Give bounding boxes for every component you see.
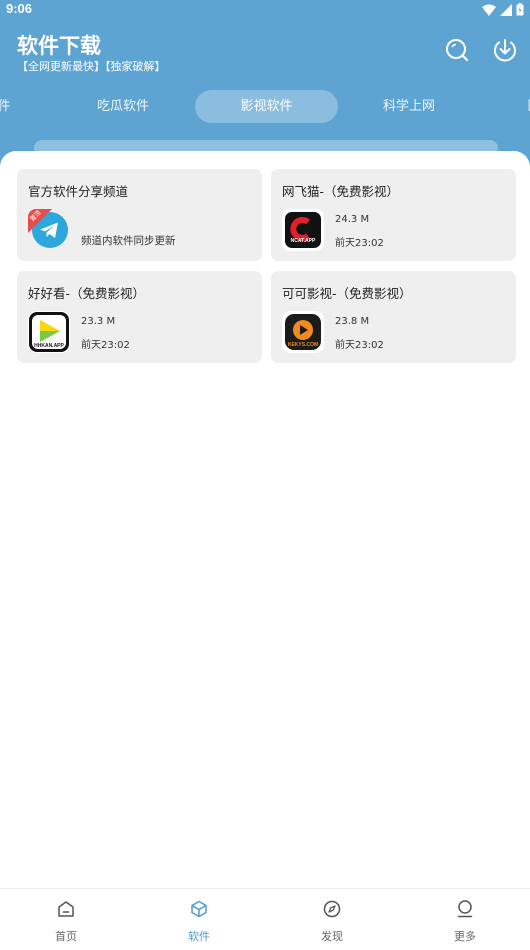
app-description: 频道内软件同步更新 [81,235,176,247]
app-header: 9:06 软件下载 【全网更新最快】【独家破解】 件 吃瓜软件 影视软件 科学上… [0,0,530,175]
telegram-icon: 置顶 [28,209,70,251]
nav-label: 更多 [454,930,476,943]
battery-icon [516,3,524,16]
app-icon-text: HHKAN.APP [34,343,64,349]
nav-label: 软件 [188,930,210,943]
app-size: 23.8 M [335,316,370,327]
home-icon [58,901,74,917]
wifi-icon [482,4,496,16]
app-card[interactable]: 好好看-（免费影视） HHKAN.APP 23.3 M 前天23:02 [17,271,262,363]
app-date: 前天23:02 [335,340,384,351]
nav-label: 发现 [321,930,343,943]
box-icon [191,900,207,918]
app-card[interactable]: 网飞猫-（免费影视） NCAT.APP 24.3 M 前天23:02 [271,169,516,261]
tab-chigua[interactable]: 吃瓜软件 [73,90,173,123]
status-time: 9:06 [6,1,33,16]
ncat-app-icon: NCAT.APP [282,209,324,251]
page-title: 软件下载 [17,34,101,58]
app-name: 好好看-（免费影视） [28,286,146,301]
app-name: 可可影视-（免费影视） [282,286,412,301]
content-sheet: 官方软件分享频道 置顶 频道内软件同步更新 网飞猫-（免费影视） NCAT.AP… [0,151,530,891]
person-icon [457,900,473,918]
category-tabs: 件 吃瓜软件 影视软件 科学上网 同 [0,90,530,123]
app-date: 前天23:02 [335,238,384,249]
tab-kexue[interactable]: 科学上网 [359,90,459,123]
app-name: 官方软件分享频道 [28,184,129,199]
tab-partial-left[interactable]: 件 [0,90,14,123]
nav-home[interactable]: 首页 [0,889,132,950]
app-icon-text: NCAT.APP [290,238,316,244]
app-size: 23.3 M [81,316,116,327]
download-icon[interactable] [492,37,518,63]
tab-partial-right[interactable]: 同 [524,90,530,123]
app-card[interactable]: 官方软件分享频道 置顶 频道内软件同步更新 [17,169,262,261]
hhkan-app-icon: HHKAN.APP [28,311,70,353]
app-card[interactable]: 可可影视-（免费影视） KEKYS.COM 23.8 M 前天23:02 [271,271,516,363]
app-icon-text: KEKYS.COM [287,342,319,348]
tab-yingshi[interactable]: 影视软件 [195,90,338,123]
nav-label: 首页 [55,930,77,943]
nav-discover[interactable]: 发现 [266,889,398,950]
nav-software[interactable]: 软件 [133,889,265,950]
page-subtitle: 【全网更新最快】【独家破解】 [17,60,166,73]
bottom-nav: 首页 软件 发现 更多 [0,888,530,950]
search-icon[interactable] [444,37,470,63]
kekys-app-icon: KEKYS.COM [282,311,324,353]
status-icons [482,3,524,16]
app-date: 前天23:02 [81,340,130,351]
compass-icon [323,900,341,918]
app-name: 网飞猫-（免费影视） [282,184,400,199]
nav-more[interactable]: 更多 [399,889,530,950]
signal-icon [500,3,512,16]
status-bar: 9:06 [0,0,530,20]
app-size: 24.3 M [335,214,370,225]
